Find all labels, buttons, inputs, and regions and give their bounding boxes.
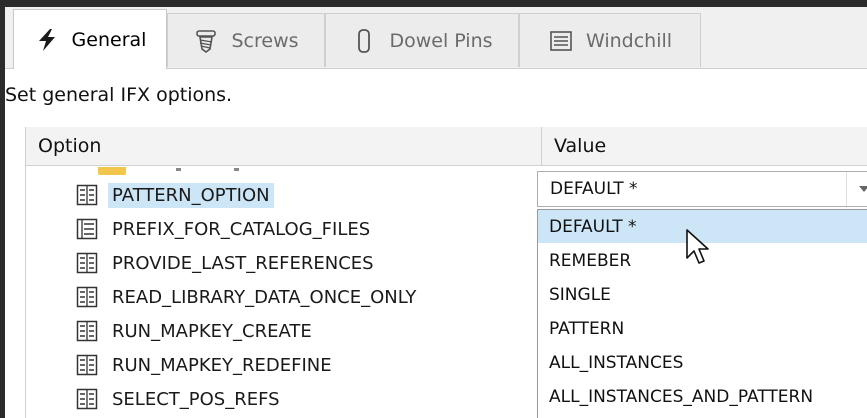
screw-icon xyxy=(196,29,217,53)
value-combobox-text: DEFAULT * xyxy=(550,179,638,199)
option-text-icon xyxy=(76,218,98,240)
truncated-row-fragment xyxy=(176,168,181,171)
chevron-down-icon xyxy=(859,186,867,192)
tab-dowel-pins[interactable]: Dowel Pins xyxy=(325,13,519,67)
mouse-pointer-icon xyxy=(686,229,709,264)
dropdown-option-all-instances-and-pattern[interactable]: ALL_INSTANCES_AND_PATTERN xyxy=(538,380,867,413)
options-grid: Option Value PATTERN_OPTION PREFIX_FOR_C… xyxy=(25,127,867,418)
option-row-prefix-for-catalog-files[interactable]: PREFIX_FOR_CATALOG_FILES xyxy=(76,212,374,246)
option-list-icon xyxy=(76,286,98,308)
tab-windchill-label: Windchill xyxy=(585,29,673,52)
option-list-icon xyxy=(76,320,98,342)
lightning-icon xyxy=(38,28,55,51)
option-row-run-mapkey-create[interactable]: RUN_MAPKEY_CREATE xyxy=(76,314,316,348)
option-row-provide-last-references[interactable]: PROVIDE_LAST_REFERENCES xyxy=(76,246,378,280)
option-list-icon xyxy=(76,184,98,206)
dowel-pin-icon xyxy=(358,28,371,53)
windchill-icon xyxy=(550,30,572,51)
tab-windchill[interactable]: Windchill xyxy=(519,13,701,67)
dropdown-option-pattern[interactable]: PATTERN xyxy=(538,312,867,345)
option-list-icon xyxy=(76,354,98,376)
dropdown-option-all-instances[interactable]: ALL_INSTANCES xyxy=(538,346,867,379)
option-row-label: PROVIDE_LAST_REFERENCES xyxy=(112,252,374,274)
ifx-options-panel: General Screws Dowel Pins Windchill Set … xyxy=(5,7,867,418)
option-list-icon xyxy=(76,252,98,274)
dropdown-arrow-button[interactable] xyxy=(846,172,867,206)
option-row-label: READ_LIBRARY_DATA_ONCE_ONLY xyxy=(112,286,417,308)
folder-icon xyxy=(98,167,126,175)
option-row-label: SELECT_POS_REFS xyxy=(112,388,280,410)
option-row-select-pos-refs[interactable]: SELECT_POS_REFS xyxy=(76,382,284,416)
option-row-label: RUN_MAPKEY_CREATE xyxy=(112,320,312,342)
option-row-read-library-data-once-only[interactable]: READ_LIBRARY_DATA_ONCE_ONLY xyxy=(76,280,420,314)
column-header-option[interactable]: Option xyxy=(38,127,101,165)
option-row-label: PATTERN_OPTION xyxy=(108,182,274,208)
truncated-row-fragment xyxy=(234,168,239,171)
panel-description: Set general IFX options. xyxy=(5,84,233,106)
dropdown-option-single[interactable]: SINGLE xyxy=(538,278,867,311)
grid-header: Option Value xyxy=(26,127,867,166)
tab-general[interactable]: General xyxy=(13,9,167,69)
tab-general-label: General xyxy=(71,28,147,51)
value-combobox[interactable]: DEFAULT * xyxy=(537,171,867,207)
option-list-icon xyxy=(76,388,98,410)
tab-bar: General Screws Dowel Pins Windchill xyxy=(5,7,867,69)
option-row-label: PREFIX_FOR_CATALOG_FILES xyxy=(112,218,371,240)
tab-screws-label: Screws xyxy=(231,29,299,52)
option-row-label: RUN_MAPKEY_REDEFINE xyxy=(112,354,332,376)
tab-screws[interactable]: Screws xyxy=(167,13,325,67)
column-header-value[interactable]: Value xyxy=(541,127,867,165)
option-row-run-mapkey-redefine[interactable]: RUN_MAPKEY_REDEFINE xyxy=(76,348,336,382)
option-row-pattern-option[interactable]: PATTERN_OPTION xyxy=(76,178,274,212)
tab-dowel-pins-label: Dowel Pins xyxy=(389,29,493,52)
